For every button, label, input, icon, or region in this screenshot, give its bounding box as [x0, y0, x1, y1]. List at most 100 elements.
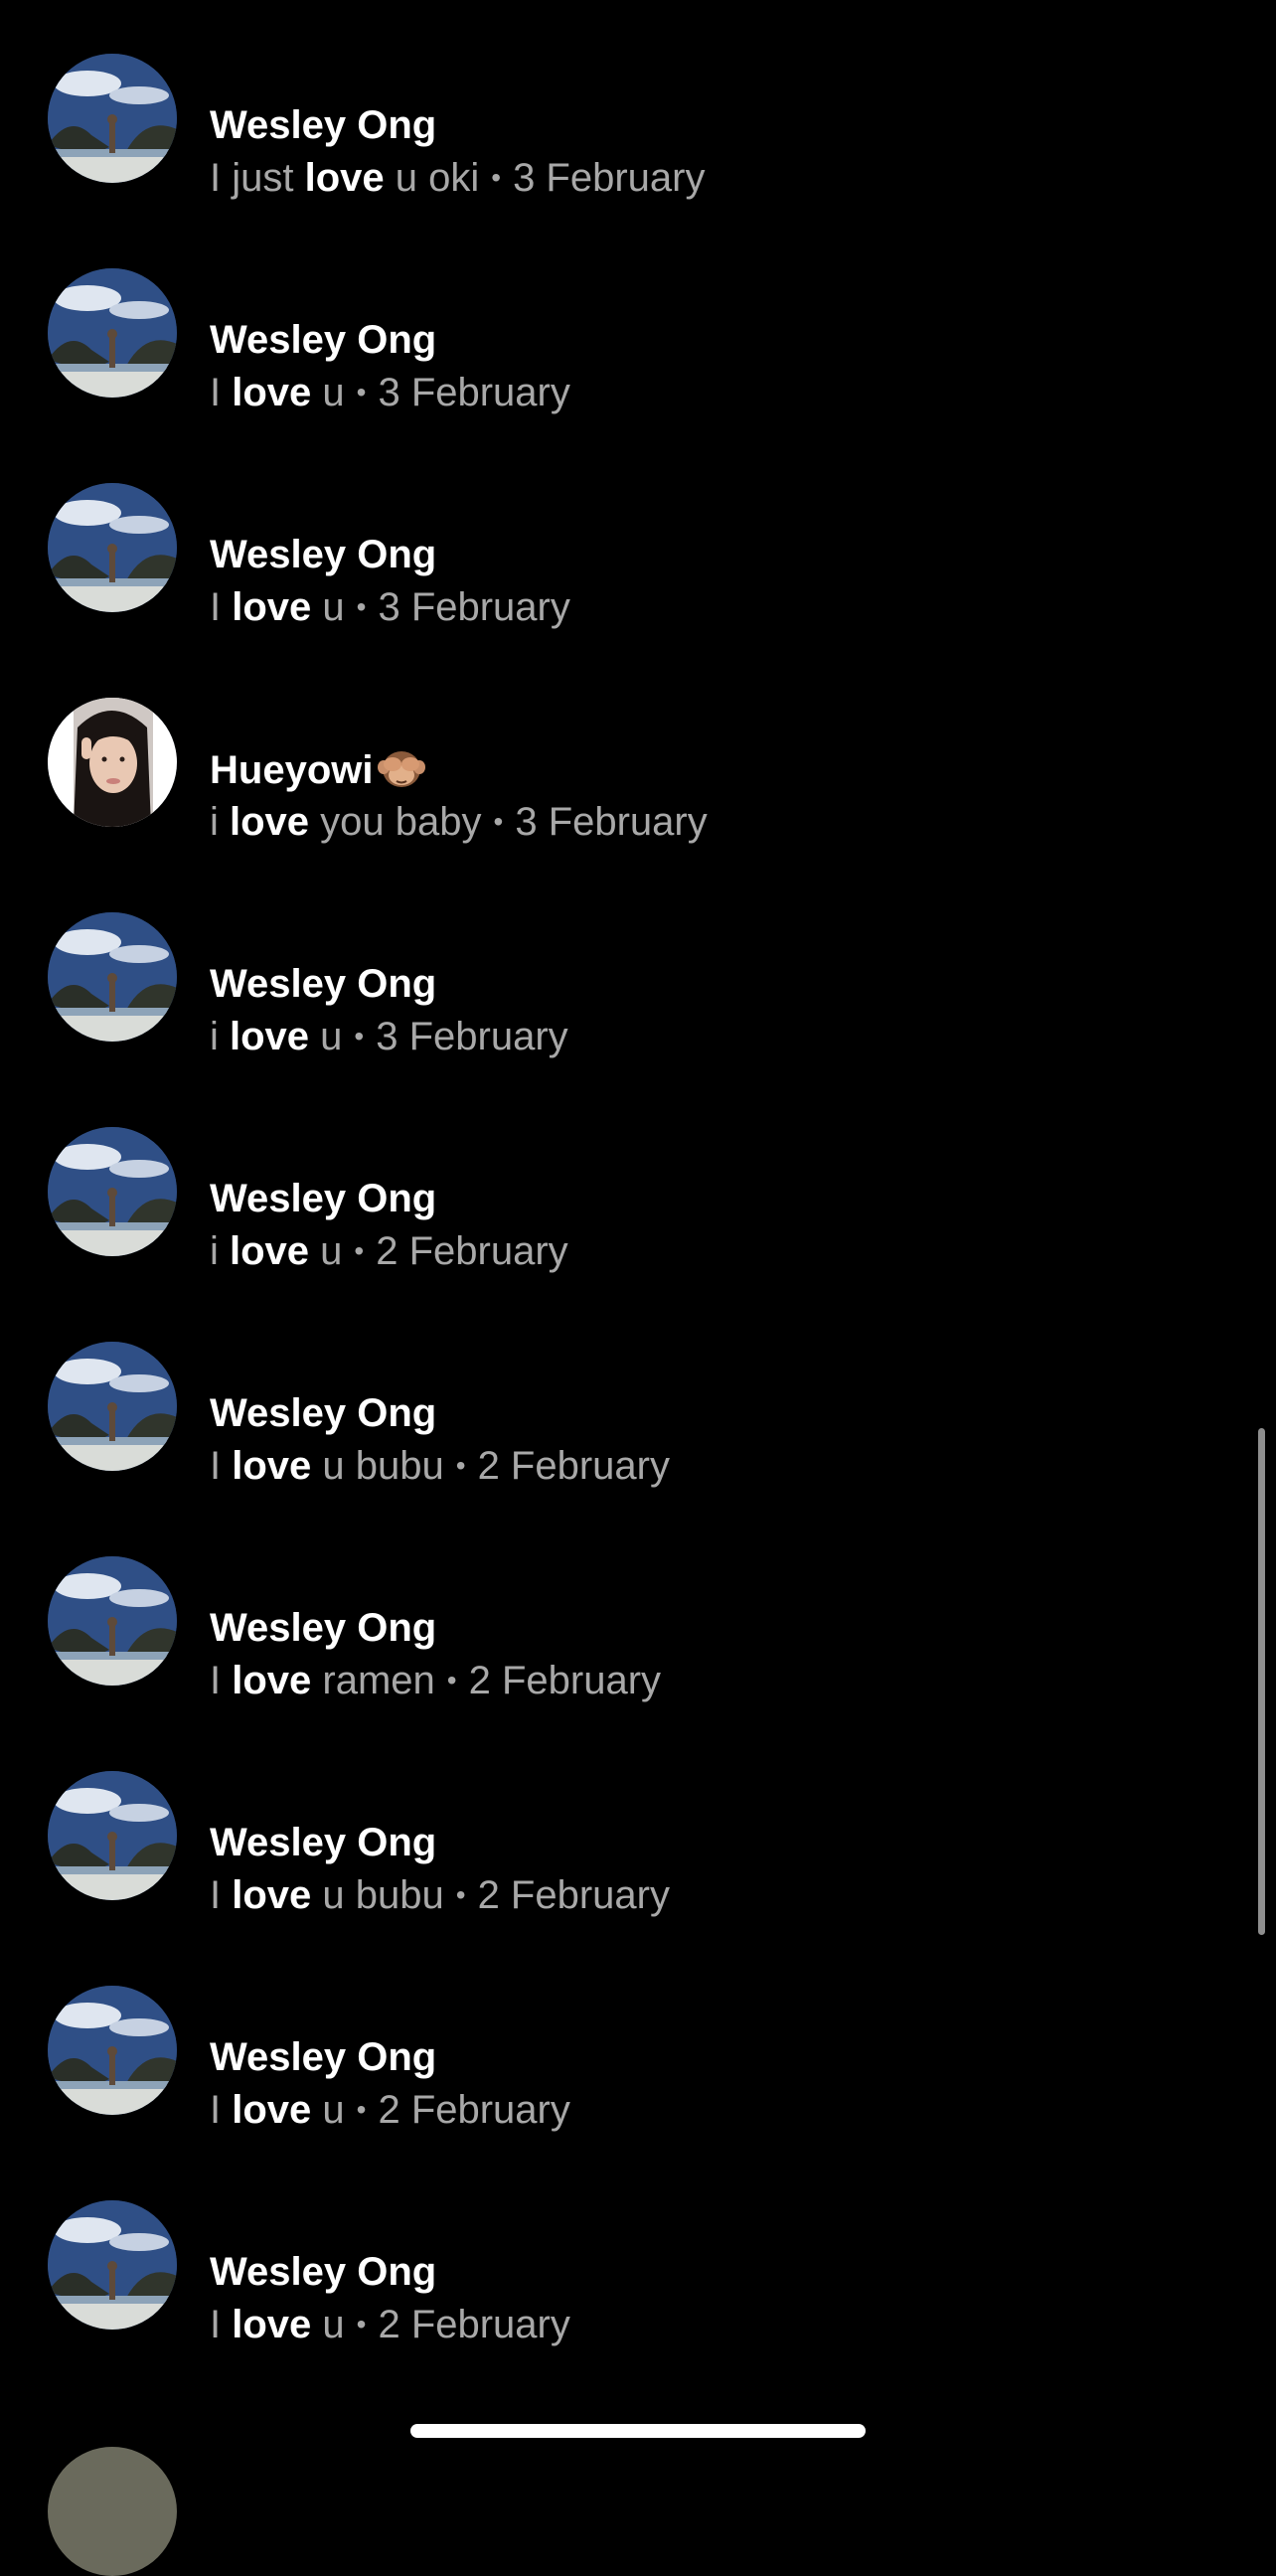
avatar[interactable] — [48, 1771, 177, 1900]
separator-dot: • — [455, 1450, 466, 1481]
avatar[interactable] — [48, 1986, 177, 2115]
search-match: love — [232, 1873, 312, 1917]
search-match: love — [232, 585, 312, 629]
message-result-row[interactable]: Wesley Ong i love u • 2 February — [0, 1127, 1276, 1342]
message-result-row[interactable]: Wesley Ong I just love u oki • 3 February — [0, 54, 1276, 268]
sender-name: Hueyowi — [210, 745, 1203, 793]
separator-dot: • — [493, 806, 504, 837]
avatar[interactable] — [48, 54, 177, 183]
message-date: 3 February — [515, 800, 708, 844]
message-date: 3 February — [513, 156, 706, 200]
search-match: love — [304, 156, 385, 200]
snippet-after: you baby — [309, 800, 482, 844]
message-snippet: I love u • 3 February — [210, 582, 1203, 632]
message-snippet: I love u • 2 February — [210, 2085, 1203, 2135]
separator-dot: • — [356, 2094, 367, 2125]
message-snippet: I just love u oki • 3 February — [210, 153, 1203, 203]
message-date: 2 February — [477, 1873, 670, 1917]
selfie-photo-avatar — [48, 698, 177, 827]
message-snippet: I love u bubu • 2 February — [210, 1441, 1203, 1491]
snippet-before: I — [210, 2303, 233, 2346]
avatar[interactable] — [48, 1342, 177, 1471]
message-date: 3 February — [378, 371, 570, 414]
snippet-before: I — [210, 1444, 233, 1488]
snippet-before: i — [210, 1229, 230, 1273]
message-date: 2 February — [378, 2088, 570, 2132]
separator-dot: • — [491, 162, 502, 193]
message-snippet: I love u bubu • 2 February — [210, 1870, 1203, 1920]
snippet-before: I — [210, 371, 233, 414]
message-result-row[interactable]: Wesley Ong I love u bubu • 2 February — [0, 1342, 1276, 1556]
partial-avatar — [48, 2447, 177, 2576]
beach-photo-avatar — [48, 912, 177, 1042]
separator-dot: • — [356, 591, 367, 622]
avatar[interactable] — [48, 483, 177, 612]
message-date: 2 February — [378, 2303, 570, 2346]
scroll-indicator[interactable] — [1258, 1428, 1265, 1935]
search-match: love — [232, 371, 312, 414]
snippet-after: u — [311, 585, 345, 629]
see-no-evil-monkey-icon — [377, 745, 426, 800]
avatar[interactable] — [48, 1127, 177, 1256]
sender-name: Wesley Ong — [210, 103, 437, 147]
snippet-before: I just — [210, 156, 305, 200]
beach-photo-avatar — [48, 1127, 177, 1256]
beach-photo-avatar — [48, 1771, 177, 1900]
message-result-row[interactable]: Wesley Ong I love u • 3 February — [0, 483, 1276, 698]
avatar[interactable] — [48, 912, 177, 1042]
sender-name: Wesley Ong — [210, 1606, 437, 1650]
message-snippet: i love u • 3 February — [210, 1012, 1203, 1061]
sender-name: Wesley Ong — [210, 533, 437, 576]
separator-dot: • — [446, 1665, 457, 1695]
sender-name: Wesley Ong — [210, 2250, 437, 2294]
beach-photo-avatar — [48, 268, 177, 398]
search-match: love — [232, 1659, 312, 1702]
message-snippet: I love u • 3 February — [210, 368, 1203, 417]
message-result-row[interactable]: Wesley Ong I love u • 2 February — [0, 1986, 1276, 2200]
snippet-before: I — [210, 1873, 233, 1917]
sender-name: Wesley Ong — [210, 318, 437, 362]
message-snippet: I love u • 2 February — [210, 2300, 1203, 2349]
separator-dot: • — [356, 2309, 367, 2339]
snippet-before: I — [210, 585, 233, 629]
beach-photo-avatar — [48, 2200, 177, 2330]
snippet-after: u oki — [384, 156, 480, 200]
snippet-after: u bubu — [311, 1444, 444, 1488]
snippet-before: i — [210, 1015, 230, 1058]
avatar[interactable] — [48, 1556, 177, 1686]
sender-name: Wesley Ong — [210, 962, 437, 1006]
snippet-before: I — [210, 2088, 233, 2132]
beach-photo-avatar — [48, 54, 177, 183]
message-snippet: i love u • 2 February — [210, 1226, 1203, 1276]
snippet-after: u — [309, 1015, 343, 1058]
search-match: love — [230, 1229, 310, 1273]
beach-photo-avatar — [48, 1342, 177, 1471]
message-date: 3 February — [376, 1015, 568, 1058]
avatar[interactable] — [48, 268, 177, 398]
message-date: 2 February — [376, 1229, 568, 1273]
separator-dot: • — [356, 377, 367, 407]
beach-photo-avatar — [48, 1986, 177, 2115]
search-match: love — [232, 2088, 312, 2132]
separator-dot: • — [455, 1879, 466, 1910]
avatar[interactable] — [48, 2200, 177, 2330]
snippet-before: i — [210, 800, 230, 844]
message-result-row[interactable]: Hueyowi i love you baby • 3 February — [0, 698, 1276, 912]
separator-dot: • — [354, 1021, 365, 1051]
message-date: 3 February — [378, 585, 570, 629]
message-snippet: I love ramen • 2 February — [210, 1656, 1203, 1705]
message-result-row[interactable]: Wesley Ong I love u • 3 February — [0, 268, 1276, 483]
snippet-after: u bubu — [311, 1873, 444, 1917]
message-result-row[interactable]: Wesley Ong I love ramen • 2 February — [0, 1556, 1276, 1771]
beach-photo-avatar — [48, 483, 177, 612]
home-indicator[interactable] — [410, 2424, 866, 2438]
search-match: love — [232, 1444, 312, 1488]
avatar[interactable] — [48, 698, 177, 827]
message-snippet: i love you baby • 3 February — [210, 797, 1203, 847]
search-match: love — [230, 800, 310, 844]
message-result-row[interactable]: Wesley Ong I love u bubu • 2 February — [0, 1771, 1276, 1986]
message-date: 2 February — [468, 1659, 662, 1702]
message-result-row[interactable]: Wesley Ong i love u • 3 February — [0, 912, 1276, 1127]
message-result-row[interactable]: Wesley Ong I love u • 2 February — [0, 2200, 1276, 2415]
beach-photo-avatar — [48, 1556, 177, 1686]
